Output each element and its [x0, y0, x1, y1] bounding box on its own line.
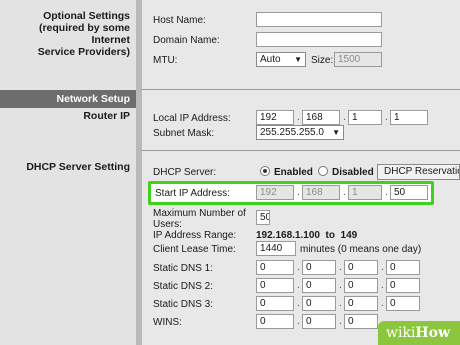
ip-separator: .: [381, 262, 384, 273]
ip-range-label: IP Address Range:: [153, 230, 237, 241]
ip-separator: .: [385, 112, 388, 123]
ip-separator: .: [297, 112, 300, 123]
domain-name-input[interactable]: [256, 32, 382, 47]
dhcp-reservation-button[interactable]: DHCP Reservation: [377, 164, 460, 180]
local-ip-octet-4[interactable]: 1: [390, 110, 428, 125]
static-dns2-octet-1[interactable]: 0: [256, 278, 294, 293]
static-dns1-octet-1[interactable]: 0: [256, 260, 294, 275]
ip-separator: .: [297, 298, 300, 309]
static-dns1-octet-2[interactable]: 0: [302, 260, 336, 275]
lease-time-input[interactable]: 1440: [256, 241, 296, 256]
ip-separator: .: [297, 280, 300, 291]
local-ip-label: Local IP Address:: [153, 113, 231, 124]
local-ip-octet-2[interactable]: 168: [302, 110, 340, 125]
lease-time-label: Client Lease Time:: [153, 244, 236, 255]
host-name-label: Host Name:: [153, 15, 206, 26]
wins-octet-2[interactable]: 0: [302, 314, 336, 329]
start-ip-octet-1: 192: [256, 185, 294, 200]
start-ip-label: Start IP Address:: [155, 188, 230, 199]
dhcp-disabled-radio[interactable]: [318, 166, 328, 176]
static-dns3-octet-3[interactable]: 0: [344, 296, 378, 311]
static-dns1-octet-3[interactable]: 0: [344, 260, 378, 275]
ip-separator: .: [297, 187, 300, 198]
ip-separator: .: [381, 298, 384, 309]
subnet-mask-label: Subnet Mask:: [153, 128, 215, 139]
wikihow-watermark: wikiHow: [378, 321, 460, 345]
wins-label: WINS:: [153, 317, 182, 328]
local-ip-octet-1[interactable]: 192: [256, 110, 294, 125]
static-dns2-label: Static DNS 2:: [153, 281, 214, 292]
static-dns2-octet-4[interactable]: 0: [386, 278, 420, 293]
dhcp-enabled-radio[interactable]: [260, 166, 270, 176]
domain-name-label: Domain Name:: [153, 35, 220, 46]
static-dns3-octet-4[interactable]: 0: [386, 296, 420, 311]
lease-time-note: minutes (0 means one day): [300, 244, 422, 255]
nav-item-label: Network Setup: [56, 93, 130, 105]
section-divider: [142, 150, 460, 151]
static-dns2-octet-3[interactable]: 0: [344, 278, 378, 293]
start-ip-octet-4[interactable]: 50: [390, 185, 428, 200]
wins-octet-3[interactable]: 0: [344, 314, 378, 329]
ip-separator: .: [339, 262, 342, 273]
static-dns3-octet-2[interactable]: 0: [302, 296, 336, 311]
mtu-select[interactable]: Auto ▼: [256, 52, 306, 67]
router-ip-heading: Router IP: [83, 110, 130, 122]
start-ip-octet-3: 1: [348, 185, 382, 200]
dhcp-server-label: DHCP Server:: [153, 167, 217, 178]
host-name-input[interactable]: [256, 12, 382, 27]
wins-octet-1[interactable]: 0: [256, 314, 294, 329]
static-dns2-octet-2[interactable]: 0: [302, 278, 336, 293]
ip-separator: .: [297, 316, 300, 327]
size-label: Size:: [311, 55, 334, 66]
static-dns3-octet-1[interactable]: 0: [256, 296, 294, 311]
ip-separator: .: [297, 262, 300, 273]
local-ip-octet-3[interactable]: 1: [348, 110, 382, 125]
start-ip-octet-2: 168: [302, 185, 340, 200]
dhcp-disabled-label: Disabled: [332, 167, 374, 178]
max-users-input[interactable]: 50: [256, 210, 270, 225]
ip-separator: .: [343, 187, 346, 198]
ip-separator: .: [381, 280, 384, 291]
ip-separator: .: [339, 298, 342, 309]
ip-range-value: 192.168.1.100 to 149: [256, 230, 358, 241]
ip-separator: .: [385, 187, 388, 198]
static-dns3-label: Static DNS 3:: [153, 299, 214, 310]
static-dns1-label: Static DNS 1:: [153, 263, 214, 274]
ip-separator: .: [339, 280, 342, 291]
subnet-mask-select[interactable]: 255.255.255.0 ▼: [256, 125, 344, 140]
ip-separator: .: [343, 112, 346, 123]
dhcp-setting-heading: DHCP Server Setting: [26, 161, 130, 173]
mtu-size-input[interactable]: 1500: [334, 52, 382, 67]
max-users-label: Maximum Number of Users:: [153, 208, 246, 230]
chevron-down-icon: ▼: [332, 128, 340, 137]
chevron-down-icon: ▼: [294, 55, 302, 64]
section-divider: [142, 89, 460, 90]
nav-item-network-setup[interactable]: Network Setup: [0, 90, 136, 108]
mtu-label: MTU:: [153, 55, 178, 66]
optional-settings-heading: Optional Settings (required by some Inte…: [37, 10, 130, 58]
dhcp-enabled-label: Enabled: [274, 167, 313, 178]
static-dns1-octet-4[interactable]: 0: [386, 260, 420, 275]
ip-separator: .: [339, 316, 342, 327]
